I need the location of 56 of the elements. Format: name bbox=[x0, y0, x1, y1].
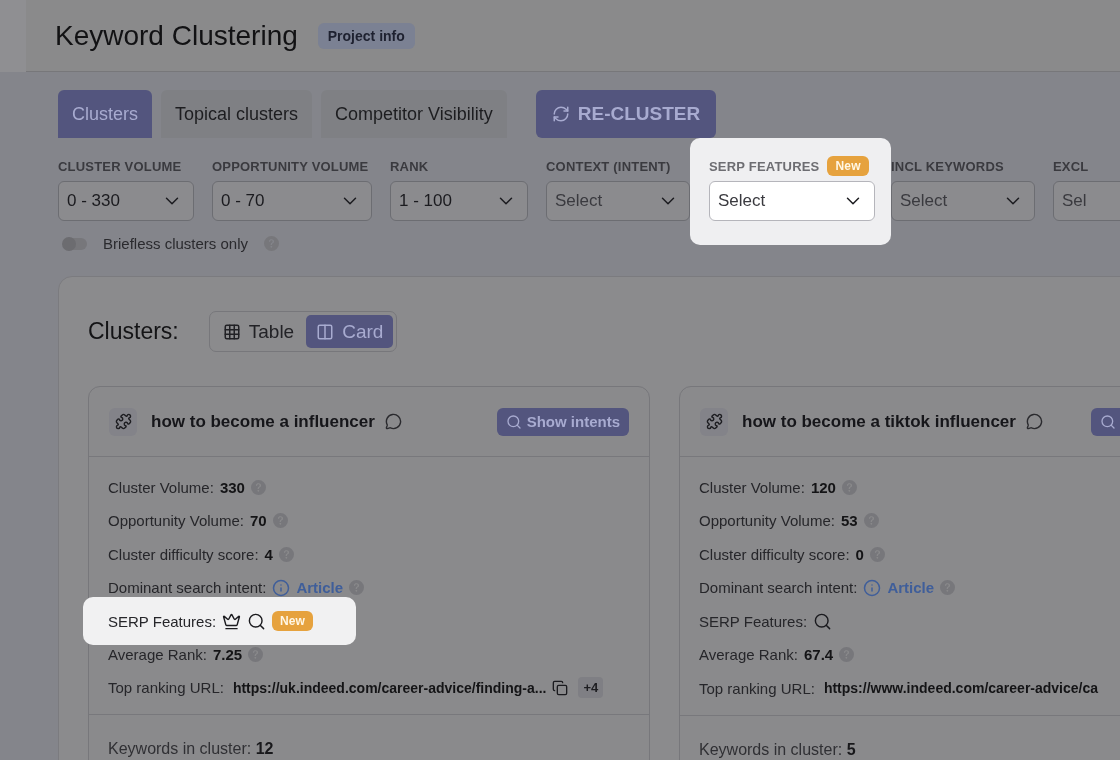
filter-select[interactable]: 0 - 70 bbox=[212, 181, 372, 221]
filter-select[interactable]: 1 - 100 bbox=[390, 181, 528, 221]
filter-select[interactable]: Select bbox=[891, 181, 1035, 221]
stat-label: Cluster Volume: bbox=[699, 478, 805, 496]
filter-label: EXCL bbox=[1053, 158, 1089, 174]
recluster-button[interactable]: RE-CLUSTER bbox=[535, 90, 717, 138]
filter-label: CLUSTER VOLUME bbox=[58, 158, 182, 174]
tab[interactable]: Competitor Visibility bbox=[321, 90, 507, 138]
stat-label: Opportunity Volume: bbox=[108, 512, 244, 530]
stat-label: Top ranking URL: bbox=[699, 679, 815, 697]
stat-value: 0 bbox=[855, 545, 864, 563]
stat-value: 120 bbox=[810, 478, 836, 496]
filter-label: SERP FEATURES bbox=[709, 158, 820, 174]
cluster-title: how to become a tiktok influencer bbox=[742, 411, 1016, 432]
show-intents-button[interactable]: Show intents bbox=[496, 407, 629, 436]
stat-label: SERP Features: bbox=[108, 612, 217, 630]
stat-label: SERP Features: bbox=[699, 612, 808, 630]
stat-label: Dominant search intent: bbox=[699, 579, 858, 597]
filter-label: CONTEXT (INTENT) bbox=[546, 158, 671, 174]
filter-label: OPPORTUNITY VOLUME bbox=[212, 158, 369, 174]
stat-value: 70 bbox=[249, 512, 267, 530]
filter-label: INCL KEYWORDS bbox=[891, 158, 1004, 174]
stat-value: 53 bbox=[840, 512, 858, 530]
keywords-count: Keywords in cluster: 5 bbox=[698, 739, 857, 760]
panel-title: Clusters: bbox=[88, 318, 179, 345]
filter-select[interactable]: Sel bbox=[1053, 181, 1120, 221]
stat-label: Opportunity Volume: bbox=[699, 512, 835, 530]
view-option[interactable]: Card bbox=[306, 315, 394, 348]
filter-label: RANK bbox=[390, 158, 429, 174]
tab[interactable]: Clusters bbox=[58, 90, 152, 138]
stat-label: Dominant search intent: bbox=[108, 579, 267, 597]
stat-label: Cluster Volume: bbox=[108, 478, 214, 496]
stat-label: Cluster difficulty score: bbox=[108, 545, 259, 563]
stat-value: 67.4 bbox=[803, 646, 834, 664]
url-text[interactable]: https://uk.indeed.com/career-advice/finding-a... bbox=[232, 679, 547, 696]
stat-label: Average Rank: bbox=[699, 646, 798, 664]
filter-select[interactable]: Select bbox=[546, 181, 690, 221]
new-badge: New bbox=[272, 611, 313, 631]
stat-value: 4 bbox=[264, 545, 273, 563]
keywords-count: Keywords in cluster: 12 bbox=[107, 739, 275, 759]
stat-value: 330 bbox=[219, 478, 245, 496]
stat-label: Cluster difficulty score: bbox=[699, 545, 850, 563]
url-text[interactable]: https://www.indeed.com/career-advice/ca bbox=[823, 680, 1099, 697]
view-option[interactable]: Table bbox=[212, 315, 305, 348]
project-info-button[interactable]: Project info bbox=[317, 22, 415, 49]
cluster-title: how to become a influencer bbox=[151, 411, 375, 432]
new-badge: New bbox=[827, 156, 869, 176]
stat-label: Average Rank: bbox=[108, 645, 207, 663]
tab[interactable]: Topical clusters bbox=[161, 90, 313, 138]
more-count[interactable]: +4 bbox=[578, 677, 604, 699]
toggle-label: Briefless clusters only bbox=[103, 235, 249, 252]
page-title: Keyword Clustering bbox=[55, 19, 298, 52]
filter-select[interactable]: Select bbox=[709, 181, 875, 221]
filter-select[interactable]: 0 - 330 bbox=[58, 181, 194, 221]
stat-value: 7.25 bbox=[212, 645, 243, 663]
stat-label: Top ranking URL: bbox=[108, 679, 224, 697]
